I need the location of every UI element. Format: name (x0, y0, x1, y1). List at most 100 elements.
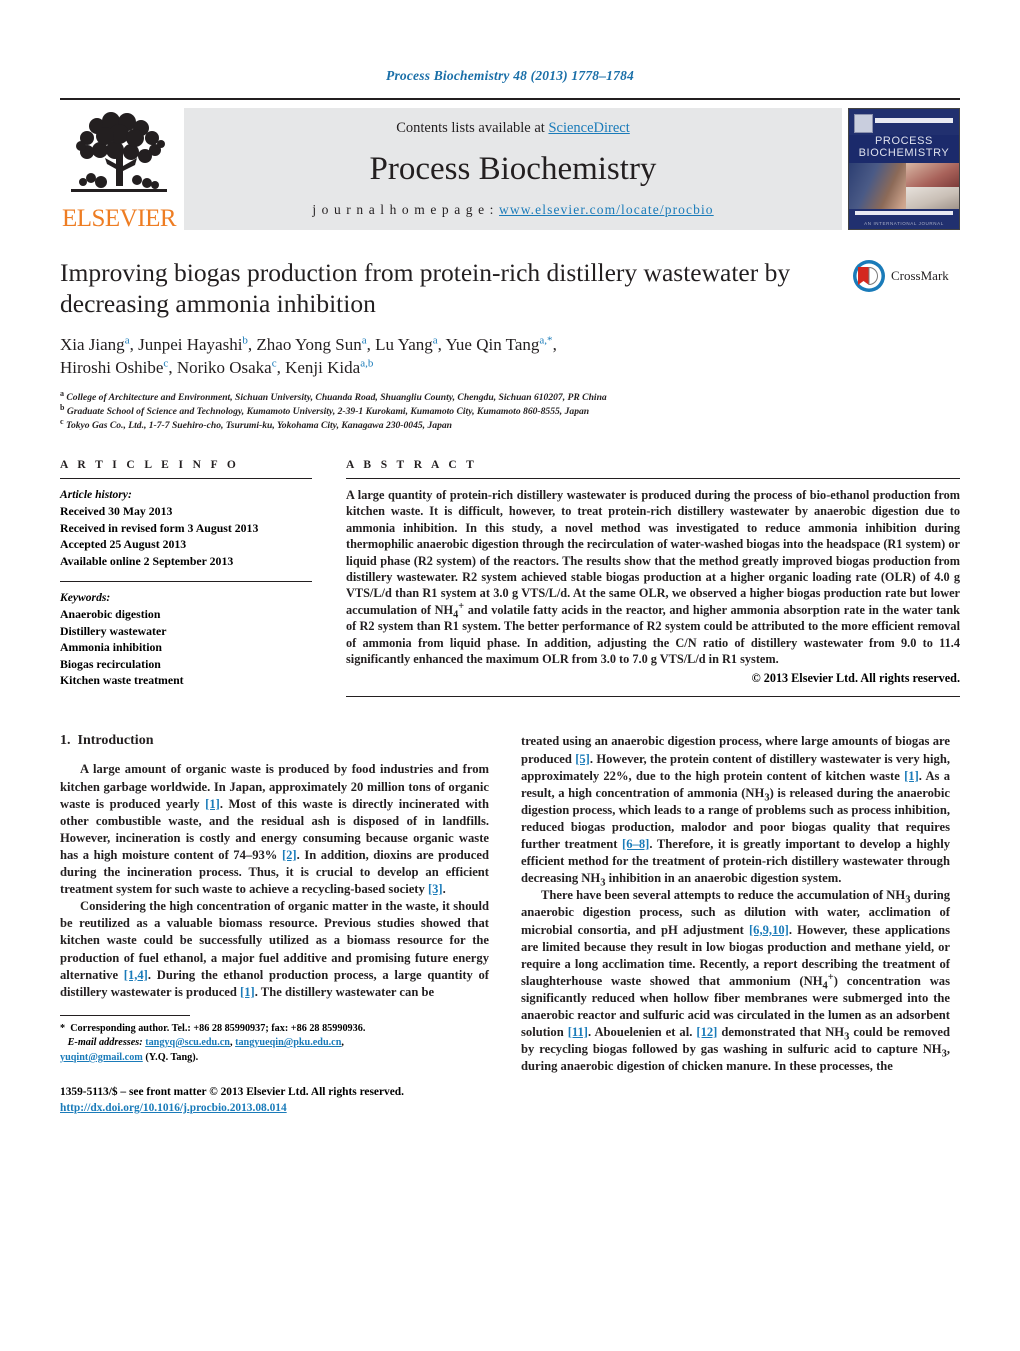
paper-page: Process Biochemistry 48 (2013) 1778–1784 (0, 0, 1020, 1351)
affiliation-list: a College of Architecture and Environmen… (60, 388, 960, 433)
journal-name: Process Biochemistry (369, 151, 657, 187)
keyword-item: Distillery wastewater (60, 623, 167, 638)
citation-link[interactable]: [1] (240, 985, 255, 999)
keyword-item: Anaerobic digestion (60, 607, 161, 621)
author-line-1: Xia Jianga, Junpei Hayashib, Zhao Yong S… (60, 334, 557, 354)
citation-link[interactable]: [1] (205, 797, 220, 811)
citation-link[interactable]: [2] (282, 848, 297, 862)
running-head: Process Biochemistry 48 (2013) 1778–1784 (386, 68, 634, 83)
keyword-item: Ammonia inhibition (60, 640, 162, 654)
body-region: 1. Introduction A large amount of organi… (60, 733, 960, 1116)
cover-title-line2: BIOCHEMISTRY (858, 147, 950, 159)
info-abstract-region: A R T I C L E I N F O Article history: R… (60, 459, 960, 698)
journal-homepage-line: j o u r n a l h o m e p a g e : www.else… (312, 202, 713, 218)
email-link[interactable]: tangyueqin@pku.edu.cn (235, 1037, 341, 1048)
journal-cover-thumbnail: PROCESS BIOCHEMISTRY AN INTERNATIONAL JO… (848, 108, 960, 230)
article-history-list: Received 30 May 2013 Received in revised… (60, 503, 312, 569)
divider (346, 696, 960, 698)
abstract-heading: A B S T R A C T (346, 459, 478, 471)
homepage-prefix: j o u r n a l h o m e p a g e : (312, 202, 499, 217)
cover-photo-inset-1 (906, 163, 959, 187)
corresponding-author-text: Corresponding author. Tel.: +86 28 85990… (70, 1022, 366, 1034)
affiliation-item: b Graduate School of Science and Technol… (60, 402, 960, 419)
body-column-right: treated using an anaerobic digestion pro… (521, 733, 950, 1116)
banner-center: Contents lists available at ScienceDirec… (184, 108, 842, 230)
divider (60, 581, 312, 582)
paragraph: Considering the high concentration of or… (60, 899, 490, 999)
footer-issn-block: 1359-5113/$ – see front matter © 2013 El… (60, 1085, 489, 1116)
history-item: Received in revised form 3 August 2013 (60, 520, 259, 535)
elsevier-wordmark: ELSEVIER (61, 205, 177, 232)
cover-title-line1: PROCESS (875, 135, 933, 147)
cover-photo-inset-2 (906, 187, 959, 211)
contents-available-line: Contents lists available at ScienceDirec… (396, 120, 630, 137)
history-item: Received 30 May 2013 (60, 504, 173, 518)
affiliation-text: College of Architecture and Environment,… (66, 392, 607, 403)
crossmark-badge[interactable]: CrossMark (852, 259, 960, 293)
citation-link[interactable]: [11] (568, 1025, 588, 1039)
citation-link[interactable]: [1,4] (124, 968, 148, 982)
title-block: Improving biogas production from protein… (60, 257, 960, 319)
section-title-text: Introduction (77, 733, 154, 749)
history-item: Accepted 25 August 2013 (60, 537, 187, 551)
affiliation-marker: a (60, 388, 64, 398)
cover-logo-square (854, 114, 873, 133)
paragraph: A large amount of organic waste is produ… (60, 762, 489, 897)
affiliation-text: Tokyo Gas Co., Ltd., 1-7-7 Suehiro-cho, … (65, 420, 452, 431)
footnote-star: * (60, 1022, 66, 1034)
footnote-rule (60, 1014, 190, 1016)
body-column-left: 1. Introduction A large amount of organi… (60, 733, 489, 1116)
affiliation-text: Graduate School of Science and Technolog… (66, 406, 590, 417)
email-label: E-mail addresses: (67, 1037, 143, 1049)
cover-bottom-rule (855, 211, 953, 215)
affiliation-item: c Tokyo Gas Co., Ltd., 1-7-7 Suehiro-cho… (60, 416, 960, 433)
author-line-2: Hiroshi Oshibec, Noriko Osakac, Kenji Ki… (60, 357, 374, 377)
issn-line: 1359-5113/$ – see front matter © 2013 El… (60, 1086, 404, 1099)
crossmark-icon (852, 259, 886, 293)
article-info-heading: A R T I C L E I N F O (60, 459, 240, 471)
cover-title: PROCESS BIOCHEMISTRY (849, 135, 959, 159)
citation-link[interactable]: [12] (696, 1025, 717, 1039)
doi-link[interactable]: http://dx.doi.org/10.1016/j.procbio.2013… (60, 1102, 287, 1114)
journal-banner: ELSEVIER Contents lists available at Sci… (60, 98, 960, 231)
cover-footer-text: AN INTERNATIONAL JOURNAL (864, 221, 944, 226)
abstract-column: A B S T R A C T A large quantity of prot… (346, 459, 960, 698)
sciencedirect-link[interactable]: ScienceDirect (548, 120, 629, 136)
history-item: Available online 2 September 2013 (60, 553, 234, 568)
keywords-label: Keywords: (60, 591, 111, 604)
corresponding-author-note: * Corresponding author. Tel.: +86 28 859… (60, 1022, 366, 1063)
email-suffix: (Y.Q. Tang). (142, 1051, 199, 1063)
paragraph: treated using an anaerobic digestion pro… (521, 734, 950, 889)
elsevier-tree-icon (67, 108, 171, 204)
email-link[interactable]: yuqint@gmail.com (60, 1052, 143, 1063)
keywords-list: Anaerobic digestion Distillery wastewate… (60, 606, 312, 689)
page-title: Improving biogas production from protein… (60, 258, 791, 318)
copyright-line: © 2013 Elsevier Ltd. All rights reserved… (751, 671, 960, 686)
affiliation-item: a College of Architecture and Environmen… (60, 388, 960, 405)
keyword-item: Kitchen waste treatment (60, 673, 184, 687)
cover-top-rule (875, 118, 953, 123)
citation-link[interactable]: [3] (428, 882, 443, 896)
author-list: Xia Jianga, Junpei Hayashib, Zhao Yong S… (60, 333, 960, 379)
citation-link[interactable]: [1] (904, 769, 919, 783)
section-number: 1. (60, 733, 71, 749)
journal-homepage-link[interactable]: www.elsevier.com/locate/procbio (499, 202, 714, 217)
paragraph: There have been several attempts to redu… (521, 888, 951, 1074)
footnote-block: * Corresponding author. Tel.: +86 28 859… (60, 1014, 489, 1066)
affiliation-marker: b (60, 402, 65, 412)
article-history-label: Article history: (60, 488, 132, 501)
section-heading-introduction: 1. Introduction (60, 733, 489, 749)
keyword-item: Biogas recirculation (60, 656, 161, 671)
divider (346, 478, 960, 479)
contents-prefix: Contents lists available at (396, 120, 549, 136)
crossmark-label: CrossMark (891, 268, 949, 283)
citation-link[interactable]: [6–8] (622, 837, 649, 851)
citation-link[interactable]: [5] (575, 752, 590, 766)
affiliation-marker: c (60, 416, 64, 426)
article-info-column: A R T I C L E I N F O Article history: R… (60, 459, 312, 697)
citation-link[interactable]: [6,9,10] (749, 923, 789, 937)
elsevier-logo: ELSEVIER (60, 108, 178, 231)
abstract-text: A large quantity of protein-rich distill… (346, 488, 960, 667)
divider (60, 478, 312, 479)
email-link[interactable]: tangyq@scu.edu.cn (145, 1037, 230, 1048)
